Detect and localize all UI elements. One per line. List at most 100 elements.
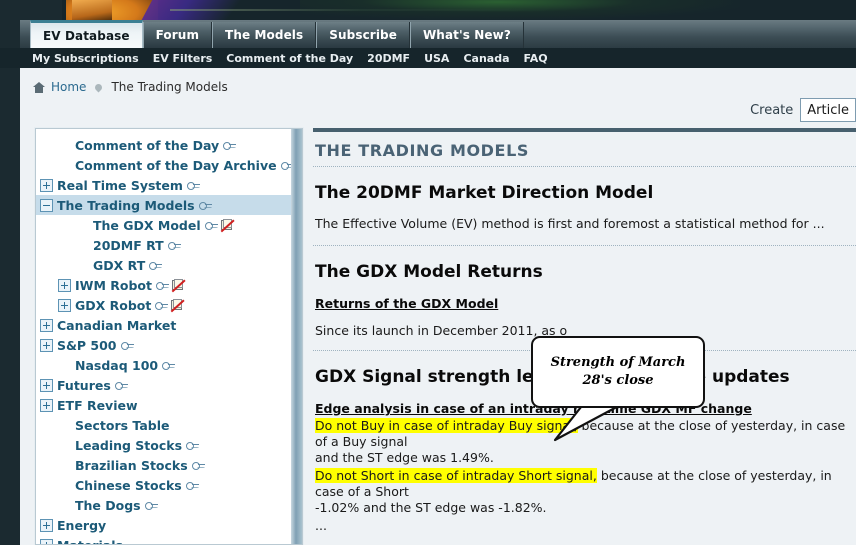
expand-plus-icon[interactable] (40, 378, 53, 392)
expand-plus-icon[interactable] (40, 518, 53, 532)
tabbar-left-edge (0, 20, 20, 48)
article-heading-20dmf[interactable]: The 20DMF Market Direction Model (315, 183, 856, 203)
tab-what-s-new[interactable]: What's New? (409, 22, 524, 48)
collapse-minus-icon[interactable] (40, 198, 53, 212)
subnav-item-faq[interactable]: FAQ (524, 52, 548, 65)
key-icon (198, 201, 212, 210)
sidebar-item-futures[interactable]: Futures (36, 375, 302, 395)
sidebar-item-energy[interactable]: Energy (36, 515, 302, 535)
article-subheading-gdx-returns[interactable]: Returns of the GDX Model (315, 296, 856, 311)
key-icon (191, 461, 205, 470)
article-heading-gdx-returns[interactable]: The GDX Model Returns (315, 262, 856, 282)
sidebar-scrollbar[interactable] (291, 129, 302, 544)
subnav-item-20dmf[interactable]: 20DMF (367, 52, 410, 65)
page-title: THE TRADING MODELS (315, 141, 530, 160)
key-icon (167, 241, 181, 250)
sidebar-item-gdx-rt[interactable]: GDX RT (36, 255, 302, 275)
sidebar-item-real-time-system[interactable]: Real Time System (36, 175, 302, 195)
sidebar-item-brazilian-stocks[interactable]: Brazilian Stocks (36, 455, 302, 475)
expand-plus-icon[interactable] (40, 338, 53, 352)
sidebar-item-sectors-table[interactable]: Sectors Table (36, 415, 302, 435)
primary-tabs: EV Database Forum The Models Subscribe What'… (30, 20, 524, 48)
sidebar-item-label: ETF Review (57, 397, 138, 413)
book-restricted-icon (220, 219, 235, 232)
sidebar-item-chinese-stocks[interactable]: Chinese Stocks (36, 475, 302, 495)
content-top-rule (313, 128, 856, 132)
divider-2 (313, 245, 856, 246)
expand-plus-icon[interactable] (40, 538, 53, 544)
key-icon (155, 281, 169, 290)
tab-ev-database[interactable]: EV Database (30, 20, 143, 48)
sidebar-item-comment-of-the-day-archive[interactable]: Comment of the Day Archive (36, 155, 302, 175)
sidebar-item-label: Materials (57, 538, 123, 545)
subnav-item-usa[interactable]: USA (424, 52, 449, 65)
primary-tab-bar: EV Database Forum The Models Subscribe What'… (0, 20, 856, 48)
key-icon (204, 221, 218, 230)
expand-plus-icon[interactable] (58, 298, 71, 312)
sidebar-item-etf-review[interactable]: ETF Review (36, 395, 302, 415)
breadcrumb-home-link[interactable]: Home (51, 80, 86, 94)
sidebar-item-nasdaq-100[interactable]: Nasdaq 100 (36, 355, 302, 375)
create-toolbar: Create Article (750, 98, 856, 122)
subnav-item-comment-of-the-day[interactable]: Comment of the Day (226, 52, 353, 65)
sidebar-item-gdx-robot[interactable]: GDX Robot (36, 295, 302, 315)
subnav-item-my-subscriptions[interactable]: My Subscriptions (32, 52, 139, 65)
sidebar-item-iwm-robot[interactable]: IWM Robot (36, 275, 302, 295)
sidebar-item-label: The Dogs (75, 497, 141, 513)
sidebar-item-20dmf-rt[interactable]: 20DMF RT (36, 235, 302, 255)
highlight-buy: Do not Buy in case of intraday Buy signa… (315, 418, 578, 433)
key-icon (186, 441, 200, 450)
article-type-select[interactable]: Article (800, 98, 856, 122)
sidebar-tree: Comment of the Day Comment of the Day Arc… (36, 129, 302, 544)
callout-bubble: Strength of March 28's close (531, 336, 705, 408)
sidebar-item-the-gdx-model[interactable]: The GDX Model (36, 215, 302, 235)
home-icon[interactable] (33, 81, 45, 93)
subnav-left-edge (0, 48, 32, 68)
sidebar-item-label: Comment of the Day (75, 137, 220, 153)
signal-buy-cont: and the ST edge was 1.49%. (315, 450, 494, 465)
tab-forum[interactable]: Forum (142, 22, 213, 48)
tab-the-models[interactable]: The Models (212, 22, 317, 48)
sidebar-item-label: GDX Robot (75, 297, 152, 313)
expand-plus-icon[interactable] (40, 318, 53, 332)
expand-plus-icon[interactable] (40, 178, 53, 192)
site-banner (0, 0, 856, 20)
signal-line-short: Do not Short in case of intraday Short s… (315, 468, 856, 516)
sidebar-item-comment-of-the-day[interactable]: Comment of the Day (36, 135, 302, 155)
key-icon (144, 501, 158, 510)
sidebar-item-the-dogs[interactable]: The Dogs (36, 495, 302, 515)
sidebar-item-leading-stocks[interactable]: Leading Stocks (36, 435, 302, 455)
sidebar-item-label: IWM Robot (75, 277, 152, 293)
key-icon (162, 361, 176, 370)
sidebar-item-label: S&P 500 (57, 337, 117, 353)
sidebar-item-s-p-500[interactable]: S&P 500 (36, 335, 302, 355)
key-icon (149, 261, 163, 270)
tab-subscribe[interactable]: Subscribe (316, 22, 410, 48)
expand-plus-icon[interactable] (58, 278, 71, 292)
book-restricted-icon (171, 279, 186, 292)
sidebar-item-materials[interactable]: Materials (36, 535, 302, 544)
book-restricted-icon (170, 299, 185, 312)
subnav-item-ev-filters[interactable]: EV Filters (153, 52, 213, 65)
sidebar-item-label: Sectors Table (75, 417, 170, 433)
sidebar-item-label: The Trading Models (57, 197, 195, 213)
secondary-nav-bar: My Subscriptions EV Filters Comment of the… (0, 48, 856, 68)
subnav-item-canada[interactable]: Canada (463, 52, 509, 65)
breadcrumb: Home The Trading Models (33, 80, 228, 94)
signal-line-buy: Do not Buy in case of intraday Buy signa… (315, 418, 856, 466)
key-icon (185, 481, 199, 490)
expand-plus-icon[interactable] (40, 398, 53, 412)
key-icon (186, 181, 200, 190)
sidebar-item-label: Energy (57, 517, 107, 533)
sidebar-item-label: 20DMF RT (93, 237, 164, 253)
sidebar-item-canadian-market[interactable]: Canadian Market (36, 315, 302, 335)
sidebar-item-the-trading-models[interactable]: The Trading Models (36, 195, 302, 215)
